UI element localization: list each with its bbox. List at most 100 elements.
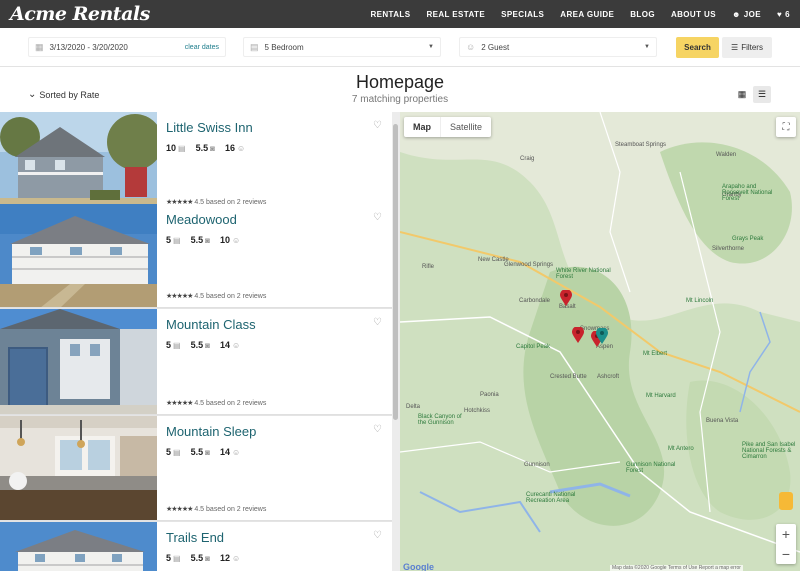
top-nav: Acme Rentals RENTALS REAL ESTATE SPECIAL…	[0, 0, 800, 28]
star-rating-icon: ★★★★★	[166, 293, 193, 300]
fullscreen-icon: ⛶	[782, 121, 790, 133]
map-icon: ▦	[737, 89, 747, 99]
search-button[interactable]: Search	[676, 37, 719, 58]
map-type-toggle: Map Satellite	[404, 117, 492, 137]
guests-icon: ☺	[231, 447, 241, 457]
user-menu[interactable]: ☻ JOE	[732, 10, 761, 19]
filters-icon: ☰	[731, 43, 739, 52]
date-range-value: 3/13/2020 - 3/20/2020	[49, 42, 128, 52]
list-view-toggle[interactable]: ☰	[753, 86, 771, 103]
bath-icon: ◙	[205, 553, 210, 563]
logo[interactable]: Acme Rentals	[10, 3, 150, 25]
list-scrollbar[interactable]	[392, 112, 400, 571]
property-card[interactable]: Mountain Class ♡ 5 ▤ 5.5 ◙ 14 ☺ ★★★★★ 4.5 b…	[0, 309, 392, 415]
nav-link-blog[interactable]: BLOG	[630, 10, 655, 19]
property-card[interactable]: Meadowood ♡ 5 ▤ 5.5 ◙ 10 ☺ ★★★★★ 4.5 based …	[0, 204, 392, 308]
rating-value: 4.5	[194, 293, 205, 300]
clear-dates-link[interactable]: clear dates	[185, 44, 219, 51]
favorite-heart-icon[interactable]: ♡	[373, 120, 382, 131]
guests-icon: ☺	[231, 553, 241, 563]
map-label: Rifle	[422, 264, 435, 270]
property-photo[interactable]	[0, 309, 157, 414]
guests-count: 14	[219, 447, 230, 457]
review-count: based on 2 reviews	[206, 400, 267, 407]
nav-link-real-estate[interactable]: REAL ESTATE	[426, 10, 485, 19]
map-label: Gunnison	[524, 462, 550, 468]
bedrooms-count: 10	[166, 143, 177, 153]
property-name[interactable]: Meadowood	[166, 212, 237, 227]
user-name: JOE	[743, 9, 761, 19]
property-photo[interactable]	[0, 522, 157, 571]
map-label: Mt Antero	[668, 446, 694, 452]
bathrooms-count: 5.5	[195, 143, 209, 153]
nav-link-area-guide[interactable]: AREA GUIDE	[560, 10, 614, 19]
favorite-heart-icon[interactable]: ♡	[373, 317, 382, 328]
map-pin-icon[interactable]	[572, 327, 584, 343]
property-photo[interactable]	[0, 416, 157, 520]
bedrooms-count: 5	[166, 447, 172, 457]
scrollbar-thumb[interactable]	[393, 124, 398, 420]
guests-select[interactable]: ☺ 2 Guest ▼	[459, 37, 657, 57]
fullscreen-button[interactable]: ⛶	[776, 117, 796, 137]
date-range-field[interactable]: ▦ 3/13/2020 - 3/20/2020 clear dates	[28, 37, 226, 57]
bath-icon: ◙	[210, 143, 215, 153]
bathrooms-count: 5.5	[190, 553, 204, 563]
property-photo[interactable]	[0, 204, 157, 307]
map-label: Curecanti National Recreation Area	[526, 492, 576, 504]
map-label: Pike and San Isabel National Forests & C…	[742, 442, 796, 460]
favorite-heart-icon[interactable]: ♡	[373, 212, 382, 223]
nav-links: RENTALS REAL ESTATE SPECIALS AREA GUIDE …	[370, 10, 790, 19]
street-view-pegman-icon[interactable]	[779, 492, 793, 510]
favorite-heart-icon[interactable]: ♡	[373, 424, 382, 435]
filters-button[interactable]: ☰ Filters	[722, 37, 772, 58]
map-tab[interactable]: Map	[404, 117, 440, 137]
nav-link-specials[interactable]: SPECIALS	[501, 10, 544, 19]
star-rating-icon: ★★★★★	[166, 400, 193, 407]
map-pin-icon[interactable]	[560, 290, 572, 306]
favorites-link[interactable]: ♥ 6	[777, 10, 790, 19]
property-name[interactable]: Mountain Class	[166, 317, 256, 332]
map-label: White River National Forest	[556, 268, 611, 280]
guests-count: 12	[219, 553, 230, 563]
map-copyright: Map data ©2020 Google Terms of Use Repor…	[610, 565, 743, 571]
property-stats: 5 ▤ 5.5 ◙ 14 ☺	[166, 340, 240, 350]
map-label: Buena Vista	[706, 418, 739, 424]
guests-icon: ☺	[466, 42, 476, 52]
results-count: 7 matching properties	[351, 94, 449, 105]
zoom-in-button[interactable]: +	[776, 524, 796, 544]
satellite-tab[interactable]: Satellite	[440, 117, 491, 137]
property-stats: 10 ▤ 5.5 ◙ 16 ☺	[166, 143, 245, 153]
bedrooms-count: 5	[166, 340, 172, 350]
map-label: Ashcroft	[597, 374, 620, 380]
property-card[interactable]: Trails End ♡ 5 ▤ 5.5 ◙ 12 ☺	[0, 522, 392, 571]
property-card[interactable]: Little Swiss Inn ♡ 10 ▤ 5.5 ◙ 16 ☺ ★★★★★ 4.…	[0, 112, 392, 214]
property-name[interactable]: Little Swiss Inn	[166, 120, 253, 135]
review-summary: ★★★★★ 4.5 based on 2 reviews	[166, 505, 266, 513]
page-title: Homepage	[355, 72, 445, 92]
map-view-toggle[interactable]: ▦	[733, 86, 751, 103]
map-label: Grays Peak	[732, 236, 764, 242]
map-label: Paonia	[480, 392, 499, 398]
nav-link-rentals[interactable]: RENTALS	[370, 10, 410, 19]
nav-link-about-us[interactable]: ABOUT US	[671, 10, 716, 19]
map-label: Hotchkiss	[464, 408, 491, 414]
map-label: Walden	[716, 152, 737, 158]
list-icon: ☰	[757, 89, 767, 99]
map-label: Arapaho and Roosevelt National Forest	[722, 184, 773, 202]
bedrooms-select[interactable]: ▤ 5 Bedroom ▼	[243, 37, 441, 57]
calendar-icon: ▦	[35, 41, 44, 52]
property-photo[interactable]	[0, 112, 157, 213]
map-pin-icon[interactable]	[596, 328, 608, 344]
review-count: based on 2 reviews	[206, 293, 267, 300]
map-label: Capitol Peak	[516, 344, 551, 350]
zoom-out-button[interactable]: −	[776, 544, 796, 564]
bed-icon: ▤	[173, 553, 181, 563]
favorite-heart-icon[interactable]: ♡	[373, 530, 382, 541]
property-name[interactable]: Mountain Sleep	[166, 424, 256, 439]
property-name[interactable]: Trails End	[166, 530, 224, 545]
map[interactable]: Craig Steamboat Springs Walden Rifle New…	[400, 112, 800, 571]
bath-icon: ◙	[205, 235, 210, 245]
property-stats: 5 ▤ 5.5 ◙ 12 ☺	[166, 553, 240, 563]
property-card[interactable]: Mountain Sleep ♡ 5 ▤ 5.5 ◙ 14 ☺ ★★★★★ 4.5 b…	[0, 416, 392, 521]
guests-icon: ☺	[231, 235, 241, 245]
